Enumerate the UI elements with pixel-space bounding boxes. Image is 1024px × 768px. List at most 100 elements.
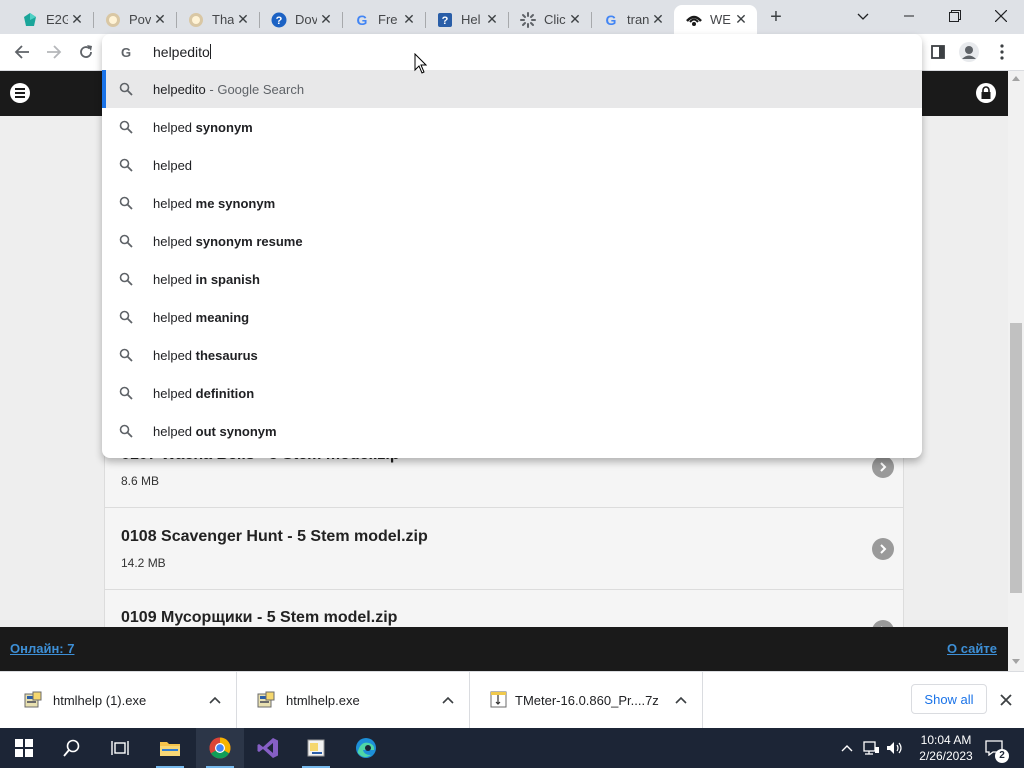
svg-text:?: ? bbox=[276, 15, 283, 27]
file-explorer-button[interactable] bbox=[146, 728, 194, 768]
profile-button[interactable] bbox=[955, 38, 983, 66]
tab-2[interactable]: Pov ✕ bbox=[93, 5, 177, 34]
close-icon bbox=[995, 10, 1007, 22]
restore-button[interactable] bbox=[932, 3, 978, 29]
task-view-icon bbox=[111, 741, 129, 755]
notification-count-badge: 2 bbox=[995, 749, 1009, 763]
close-icon[interactable]: ✕ bbox=[567, 11, 583, 27]
suggestion-bold: synonym resume bbox=[195, 234, 303, 249]
chevron-right-icon[interactable] bbox=[872, 538, 894, 560]
scrollbar-thumb[interactable] bbox=[1010, 323, 1022, 593]
suggestion-item[interactable]: helped definition bbox=[102, 374, 922, 412]
close-icon[interactable]: ✕ bbox=[152, 11, 168, 27]
side-panel-button[interactable] bbox=[924, 38, 952, 66]
tab-9-active[interactable]: WEE ✕ bbox=[674, 5, 757, 34]
suggestion-item[interactable]: helped in spanish bbox=[102, 260, 922, 298]
chevron-right-icon[interactable] bbox=[872, 456, 894, 478]
volume-button[interactable] bbox=[884, 728, 906, 768]
edge-taskbar-button[interactable] bbox=[342, 728, 390, 768]
notifications-button[interactable]: 2 bbox=[982, 728, 1009, 768]
tab-search-button[interactable] bbox=[840, 3, 886, 29]
address-input-value: helpedito bbox=[153, 44, 210, 60]
close-icon[interactable]: ✕ bbox=[235, 11, 251, 27]
visual-studio-button[interactable] bbox=[244, 728, 292, 768]
tab-6[interactable]: ? Hel ✕ bbox=[425, 5, 509, 34]
hamburger-menu-icon[interactable] bbox=[10, 83, 30, 103]
reload-button[interactable] bbox=[72, 38, 100, 66]
task-view-button[interactable] bbox=[96, 728, 144, 768]
tab-title: Dov bbox=[295, 12, 317, 27]
suggestion-bold: in spanish bbox=[195, 272, 260, 287]
suggestion-item[interactable]: helped meaning bbox=[102, 298, 922, 336]
svg-text:?: ? bbox=[442, 15, 449, 27]
suggestion-item[interactable]: helped bbox=[102, 146, 922, 184]
close-icon[interactable]: ✕ bbox=[484, 11, 500, 27]
tab-8[interactable]: G tran ✕ bbox=[591, 5, 674, 34]
svg-text:G: G bbox=[606, 12, 617, 28]
suggestion-suffix: - Google Search bbox=[205, 82, 305, 97]
network-button[interactable] bbox=[860, 728, 882, 768]
tab-5[interactable]: G Fre ✕ bbox=[342, 5, 426, 34]
back-button[interactable] bbox=[8, 38, 36, 66]
google-icon: G bbox=[603, 12, 619, 28]
download-bar: htmlhelp (1).exe htmlhelp.exe TMeter-16.… bbox=[0, 671, 1024, 729]
close-icon[interactable]: ✕ bbox=[318, 11, 334, 27]
download-item[interactable]: htmlhelp.exe bbox=[237, 672, 470, 729]
tab-title: Hel bbox=[461, 12, 481, 27]
search-icon bbox=[63, 739, 80, 757]
suggestion-item[interactable]: helped me synonym bbox=[102, 184, 922, 222]
chevron-up-icon[interactable] bbox=[441, 693, 455, 707]
start-button[interactable] bbox=[0, 728, 48, 768]
tab-title: Pov bbox=[129, 12, 151, 27]
minimize-button[interactable] bbox=[886, 3, 932, 29]
chevron-up-icon[interactable] bbox=[208, 693, 222, 707]
address-input[interactable]: helpedito bbox=[153, 44, 211, 60]
download-filename: htmlhelp.exe bbox=[286, 693, 360, 708]
close-icon[interactable] bbox=[1000, 694, 1012, 706]
close-icon[interactable]: ✕ bbox=[69, 11, 85, 27]
download-item[interactable]: htmlhelp (1).exe bbox=[4, 672, 237, 729]
windows-taskbar: 10:04 AM 2/26/2023 2 bbox=[0, 728, 1024, 768]
suggestion-text: helped bbox=[153, 196, 196, 211]
search-button[interactable] bbox=[48, 728, 96, 768]
tab-strip: E2G ✕ Pov ✕ Tha ✕ ? Dov ✕ G Fre ✕ ? Hel … bbox=[0, 0, 1024, 34]
clock-time: 10:04 AM bbox=[920, 733, 972, 747]
close-window-button[interactable] bbox=[978, 3, 1024, 29]
close-icon[interactable]: ✕ bbox=[733, 11, 749, 27]
clock[interactable]: 10:04 AM 2/26/2023 bbox=[910, 728, 982, 768]
suggestion-item[interactable]: helped out synonym bbox=[102, 412, 922, 450]
menu-button[interactable] bbox=[988, 38, 1016, 66]
tab-3[interactable]: Tha ✕ bbox=[176, 5, 260, 34]
tab-4[interactable]: ? Dov ✕ bbox=[259, 5, 343, 34]
close-icon[interactable]: ✕ bbox=[401, 11, 417, 27]
search-icon bbox=[119, 348, 133, 362]
clock-date: 2/26/2023 bbox=[919, 749, 973, 763]
file-item[interactable]: 0108 Scavenger Hunt - 5 Stem model.zip 1… bbox=[104, 508, 904, 590]
suggestion-item[interactable]: helpedito - Google Search bbox=[102, 70, 922, 108]
file-name[interactable]: 0109 Мусорщики - 5 Stem model.zip bbox=[121, 609, 397, 627]
page-scrollbar[interactable] bbox=[1008, 71, 1024, 671]
file-name[interactable]: 0108 Scavenger Hunt - 5 Stem model.zip bbox=[121, 528, 428, 546]
close-icon[interactable]: ✕ bbox=[650, 11, 666, 27]
chevron-up-icon[interactable] bbox=[674, 693, 688, 707]
lock-icon[interactable] bbox=[976, 83, 996, 103]
online-count-link[interactable]: Онлайн: 7 bbox=[10, 641, 74, 656]
tab-1[interactable]: E2G ✕ bbox=[10, 5, 94, 34]
suggestion-item[interactable]: helped synonym bbox=[102, 108, 922, 146]
new-tab-button[interactable]: + bbox=[766, 7, 786, 27]
download-item[interactable]: TMeter-16.0.860_Pr....7z bbox=[470, 672, 703, 729]
suggestion-item[interactable]: helped synonym resume bbox=[102, 222, 922, 260]
tab-title: Fre bbox=[378, 12, 398, 27]
show-hidden-icons-button[interactable] bbox=[838, 728, 856, 768]
tab-title: tran bbox=[627, 12, 649, 27]
tab-7[interactable]: Clic ✕ bbox=[508, 5, 592, 34]
search-icon bbox=[119, 310, 133, 324]
address-bar[interactable]: G helpedito bbox=[102, 34, 922, 70]
show-all-button[interactable]: Show all bbox=[911, 684, 987, 714]
forward-button[interactable] bbox=[40, 38, 68, 66]
suggestion-item[interactable]: helped thesaurus bbox=[102, 336, 922, 374]
app-taskbar-button[interactable] bbox=[292, 728, 340, 768]
about-link[interactable]: О сайте bbox=[947, 641, 997, 656]
site-footer: Онлайн: 7 О сайте bbox=[0, 627, 1008, 671]
chrome-taskbar-button[interactable] bbox=[196, 728, 244, 768]
